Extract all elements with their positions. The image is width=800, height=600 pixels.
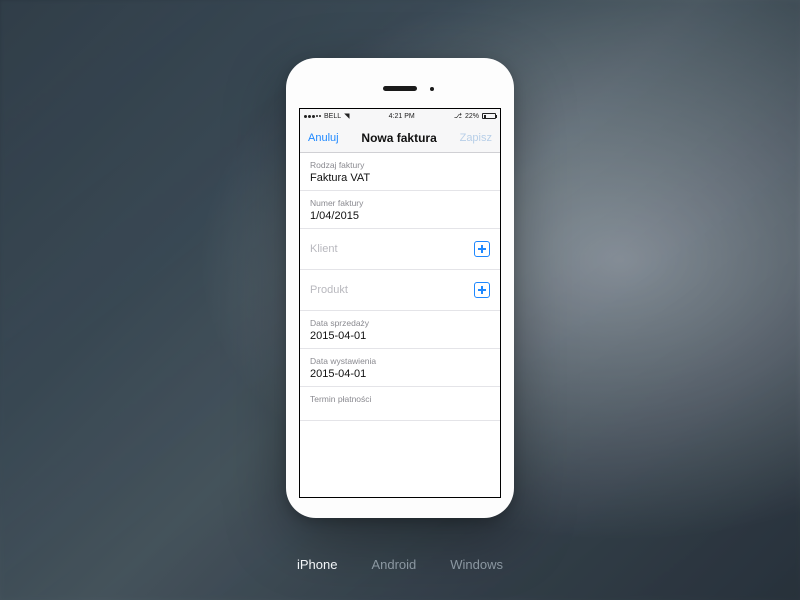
status-bar: BELL ◥ 4:21 PM ⎇ 22%: [300, 109, 500, 123]
field-invoice-type[interactable]: Rodzaj faktury Faktura VAT: [300, 153, 500, 191]
field-label: Data sprzedaży: [310, 318, 490, 328]
field-issue-date[interactable]: Data wystawienia 2015-04-01: [300, 349, 500, 387]
field-label: Data wystawienia: [310, 356, 490, 366]
carrier-label: BELL: [324, 113, 341, 120]
save-button[interactable]: Zapisz: [460, 132, 492, 144]
section-label: Klient: [310, 243, 490, 255]
section-client[interactable]: Klient: [300, 229, 500, 270]
nav-bar: Anuluj Nowa faktura Zapisz: [300, 123, 500, 153]
add-product-button[interactable]: [474, 282, 490, 298]
tab-android[interactable]: Android: [371, 557, 416, 572]
tab-windows[interactable]: Windows: [450, 557, 503, 572]
field-label: Termin płatności: [310, 394, 490, 404]
plus-icon: [477, 244, 487, 254]
section-label: Produkt: [310, 284, 490, 296]
field-value: 2015-04-01: [310, 368, 490, 380]
bluetooth-icon: ⎇: [454, 112, 462, 120]
signal-dots-icon: [304, 115, 321, 118]
field-due-date[interactable]: Termin płatności: [300, 387, 500, 421]
form: Rodzaj faktury Faktura VAT Numer faktury…: [300, 153, 500, 421]
field-value: 2015-04-01: [310, 330, 490, 342]
battery-icon: [482, 113, 496, 119]
phone-frame: BELL ◥ 4:21 PM ⎇ 22% Anuluj Nowa faktura…: [286, 58, 514, 518]
phone-screen: BELL ◥ 4:21 PM ⎇ 22% Anuluj Nowa faktura…: [299, 108, 501, 498]
phone-camera-icon: [430, 87, 434, 91]
field-value: Faktura VAT: [310, 172, 490, 184]
field-label: Rodzaj faktury: [310, 160, 490, 170]
platform-tabs: iPhone Android Windows: [297, 557, 503, 572]
field-label: Numer faktury: [310, 198, 490, 208]
add-client-button[interactable]: [474, 241, 490, 257]
field-invoice-number[interactable]: Numer faktury 1/04/2015: [300, 191, 500, 229]
field-value: 1/04/2015: [310, 210, 490, 222]
tab-iphone[interactable]: iPhone: [297, 557, 337, 572]
section-product[interactable]: Produkt: [300, 270, 500, 311]
page-title: Nowa faktura: [361, 131, 436, 145]
clock: 4:21 PM: [389, 113, 415, 120]
cancel-button[interactable]: Anuluj: [308, 132, 339, 144]
wifi-icon: ◥: [344, 112, 349, 120]
stage: BELL ◥ 4:21 PM ⎇ 22% Anuluj Nowa faktura…: [0, 0, 800, 600]
plus-icon: [477, 285, 487, 295]
field-sale-date[interactable]: Data sprzedaży 2015-04-01: [300, 311, 500, 349]
home-button[interactable]: [398, 506, 402, 510]
battery-percent: 22%: [465, 113, 479, 120]
phone-speaker: [383, 86, 417, 91]
